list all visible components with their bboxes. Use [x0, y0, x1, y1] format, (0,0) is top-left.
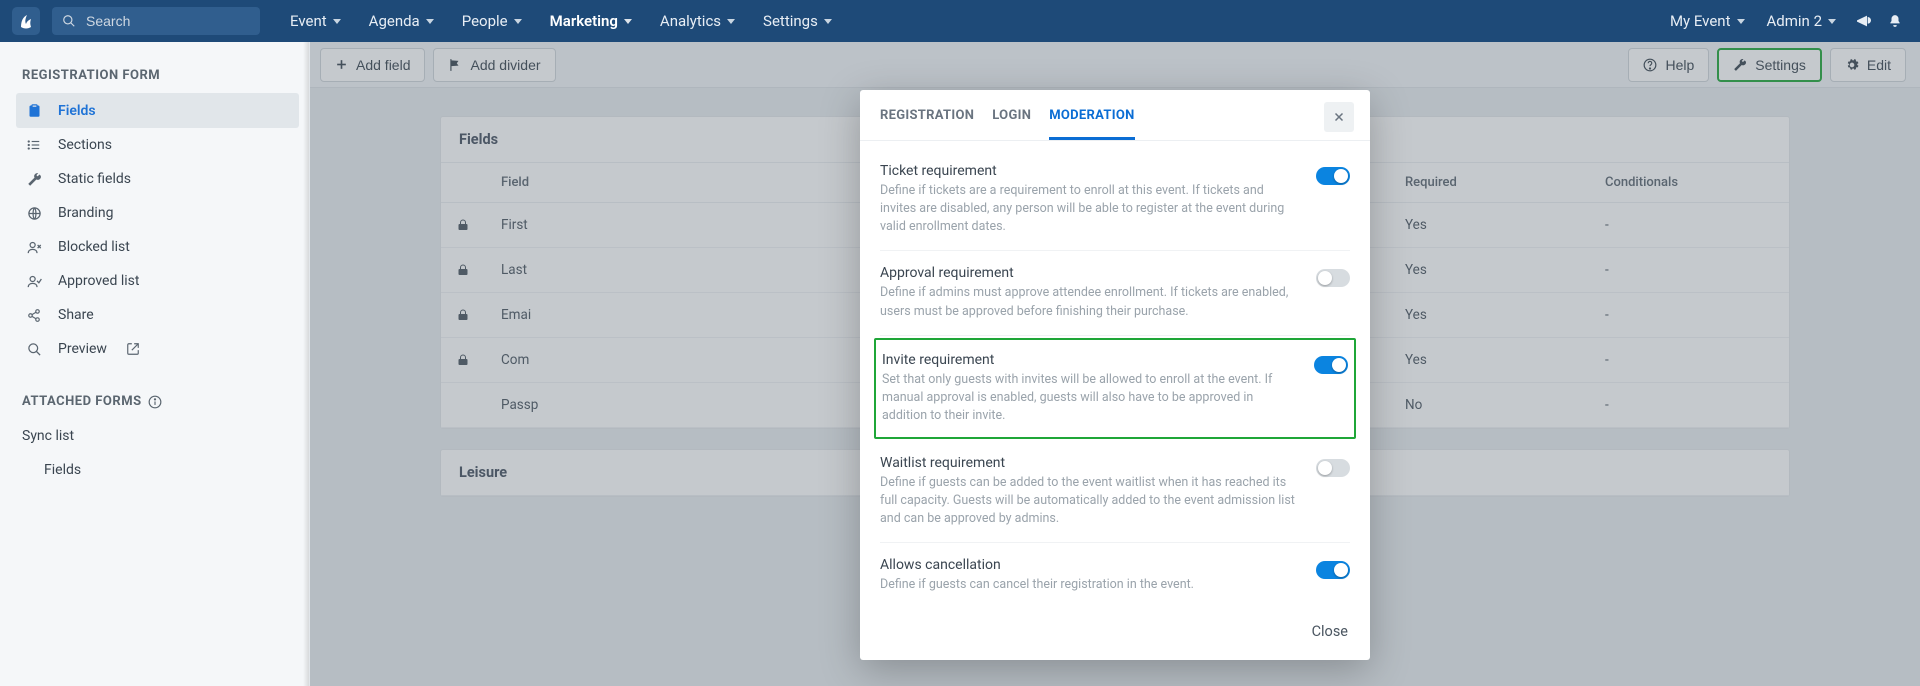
nav-people[interactable]: People	[452, 6, 532, 36]
settings-modal: REGISTRATION LOGIN MODERATION Ticket req…	[860, 90, 1370, 660]
sidebar-scrollbar[interactable]	[303, 42, 309, 686]
sidebar-item-label: Static fields	[58, 171, 131, 187]
setting-description: Define if admins must approve attendee e…	[880, 284, 1300, 320]
user-x-icon	[24, 240, 44, 255]
clipboard-icon	[24, 102, 44, 119]
sidebar-item-static-fields[interactable]: Static fields	[16, 162, 299, 196]
magnifier-icon	[24, 342, 44, 357]
external-link-icon	[123, 342, 143, 356]
sidebar-item-label: Sync list	[22, 428, 74, 444]
event-switcher[interactable]: My Event	[1662, 6, 1753, 36]
announcements-icon[interactable]	[1850, 8, 1876, 34]
chevron-down-icon	[333, 19, 341, 24]
modal-tab-moderation[interactable]: MODERATION	[1049, 108, 1134, 140]
setting-title: Approval requirement	[880, 265, 1300, 281]
global-search[interactable]	[52, 7, 260, 35]
setting-toggle[interactable]	[1316, 459, 1350, 477]
sidebar: REGISTRATION FORM Fields Sections Static…	[0, 42, 310, 686]
close-icon	[1333, 111, 1345, 123]
setting-row: Waitlist requirement Define if guests can…	[880, 441, 1350, 543]
chevron-down-icon	[624, 19, 632, 24]
setting-description: Set that only guests with invites will b…	[882, 371, 1298, 425]
nav-event[interactable]: Event	[280, 6, 351, 36]
list-icon	[24, 138, 44, 152]
modal-tab-registration[interactable]: REGISTRATION	[880, 108, 974, 140]
top-nav: Event Agenda People Marketing Analytics …	[0, 0, 1920, 42]
sidebar-item-share[interactable]: Share	[16, 298, 299, 332]
nav-right: My Event Admin 2	[1662, 6, 1908, 36]
chevron-down-icon	[514, 19, 522, 24]
setting-row: Ticket requirement Define if tickets are …	[880, 149, 1350, 251]
sidebar-sync-list[interactable]: Sync list	[16, 419, 299, 453]
modal-tab-login[interactable]: LOGIN	[992, 108, 1031, 140]
primary-nav: Event Agenda People Marketing Analytics …	[280, 6, 842, 36]
setting-title: Waitlist requirement	[880, 455, 1300, 471]
chevron-down-icon	[824, 19, 832, 24]
sidebar-item-approved-list[interactable]: Approved list	[16, 264, 299, 298]
sidebar-item-label: Share	[58, 307, 94, 323]
user-check-icon	[24, 274, 44, 289]
modal-close-button[interactable]	[1324, 102, 1354, 132]
search-input[interactable]	[84, 12, 250, 30]
sidebar-item-fields[interactable]: Fields	[16, 93, 299, 128]
nav-analytics[interactable]: Analytics	[650, 6, 745, 36]
user-menu[interactable]: Admin 2	[1759, 6, 1844, 36]
sidebar-item-label: Fields	[44, 462, 81, 478]
globe-icon	[24, 206, 44, 221]
sidebar-item-label: Branding	[58, 205, 113, 221]
modal-tabs: REGISTRATION LOGIN MODERATION	[860, 90, 1370, 141]
setting-description: Define if tickets are a requirement to e…	[880, 182, 1300, 236]
sidebar-item-preview[interactable]: Preview	[16, 332, 299, 366]
sidebar-item-sections[interactable]: Sections	[16, 128, 299, 162]
chevron-down-icon	[1737, 19, 1745, 24]
chevron-down-icon	[727, 19, 735, 24]
setting-row: Invite requirement Set that only guests w…	[874, 338, 1356, 439]
nav-marketing[interactable]: Marketing	[540, 6, 642, 36]
sidebar-item-blocked-list[interactable]: Blocked list	[16, 230, 299, 264]
main-content: Add field Add divider Help Settings Edit	[310, 42, 1920, 686]
setting-row: Allows cancellation Define if guests can …	[880, 543, 1350, 608]
sidebar-item-branding[interactable]: Branding	[16, 196, 299, 230]
wrench-icon	[24, 172, 44, 187]
setting-row: Approval requirement Define if admins mus…	[880, 251, 1350, 335]
notifications-icon[interactable]	[1882, 8, 1908, 34]
setting-title: Invite requirement	[882, 352, 1298, 368]
chevron-down-icon	[1828, 19, 1836, 24]
setting-toggle[interactable]	[1316, 269, 1350, 287]
sidebar-item-label: Fields	[58, 103, 96, 119]
setting-title: Ticket requirement	[880, 163, 1300, 179]
setting-description: Define if guests can be added to the eve…	[880, 474, 1300, 528]
search-icon	[62, 14, 76, 28]
sidebar-item-label: Blocked list	[58, 239, 130, 255]
share-icon	[24, 308, 44, 323]
sidebar-sync-fields[interactable]: Fields	[16, 453, 299, 487]
info-icon[interactable]	[148, 395, 162, 409]
modal-close-link[interactable]: Close	[1312, 623, 1348, 640]
setting-title: Allows cancellation	[880, 557, 1300, 573]
nav-settings[interactable]: Settings	[753, 6, 842, 36]
setting-description: Define if guests can cancel their regist…	[880, 576, 1300, 594]
chevron-down-icon	[426, 19, 434, 24]
setting-toggle[interactable]	[1314, 356, 1348, 374]
sidebar-item-label: Preview	[58, 341, 107, 357]
app-logo[interactable]	[12, 7, 40, 35]
setting-toggle[interactable]	[1316, 561, 1350, 579]
nav-agenda[interactable]: Agenda	[359, 6, 444, 36]
sidebar-attached-heading: ATTACHED FORMS	[22, 394, 295, 409]
sidebar-heading: REGISTRATION FORM	[22, 68, 295, 83]
setting-toggle[interactable]	[1316, 167, 1350, 185]
sidebar-item-label: Sections	[58, 137, 112, 153]
sidebar-item-label: Approved list	[58, 273, 139, 289]
